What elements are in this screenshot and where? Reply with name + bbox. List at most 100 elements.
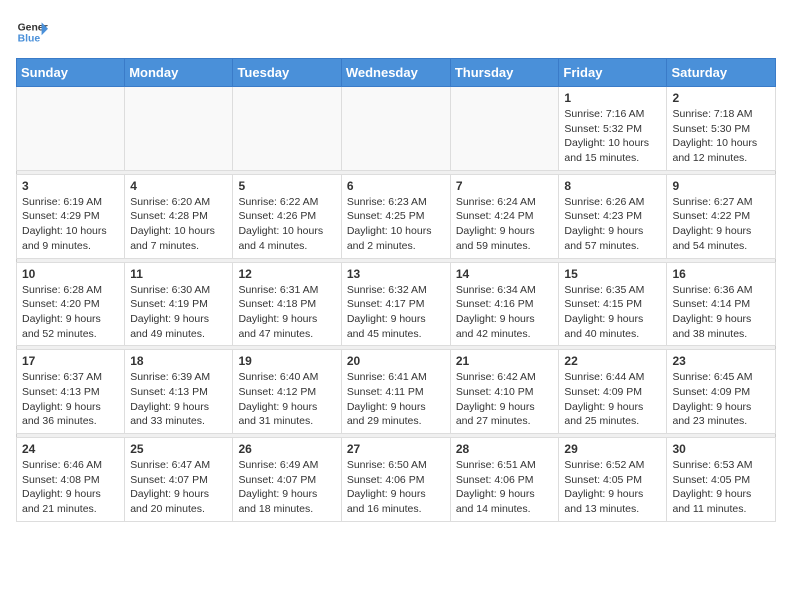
- day-cell: [233, 87, 341, 171]
- day-info: Sunrise: 6:45 AM Sunset: 4:09 PM Dayligh…: [672, 370, 770, 429]
- day-number: 17: [22, 354, 119, 368]
- day-info: Sunrise: 6:34 AM Sunset: 4:16 PM Dayligh…: [456, 283, 554, 342]
- day-cell: 5 Sunrise: 6:22 AM Sunset: 4:26 PM Daylig…: [233, 174, 341, 258]
- day-cell: 7 Sunrise: 6:24 AM Sunset: 4:24 PM Daylig…: [450, 174, 559, 258]
- day-number: 13: [347, 267, 445, 281]
- day-number: 11: [130, 267, 227, 281]
- week-row: 10 Sunrise: 6:28 AM Sunset: 4:20 PM Dayli…: [17, 262, 776, 346]
- day-info: Sunrise: 7:18 AM Sunset: 5:30 PM Dayligh…: [672, 107, 770, 166]
- day-cell: 1Sunrise: 7:16 AM Sunset: 5:32 PM Daylig…: [559, 87, 667, 171]
- day-number: 2: [672, 91, 770, 105]
- page-header: General Blue: [16, 16, 776, 48]
- day-info: Sunrise: 6:39 AM Sunset: 4:13 PM Dayligh…: [130, 370, 227, 429]
- day-info: Sunrise: 6:30 AM Sunset: 4:19 PM Dayligh…: [130, 283, 227, 342]
- day-number: 3: [22, 179, 119, 193]
- day-cell: 20 Sunrise: 6:41 AM Sunset: 4:11 PM Dayli…: [341, 350, 450, 434]
- day-cell: 10 Sunrise: 6:28 AM Sunset: 4:20 PM Dayli…: [17, 262, 125, 346]
- svg-text:Blue: Blue: [18, 34, 41, 45]
- day-cell: 2 Sunrise: 7:18 AM Sunset: 5:30 PM Daylig…: [667, 87, 776, 171]
- day-info: Sunrise: 6:19 AM Sunset: 4:29 PM Dayligh…: [22, 195, 119, 254]
- day-cell: 11 Sunrise: 6:30 AM Sunset: 4:19 PM Dayli…: [125, 262, 233, 346]
- day-cell: 17 Sunrise: 6:37 AM Sunset: 4:13 PM Dayli…: [17, 350, 125, 434]
- day-number: 20: [347, 354, 445, 368]
- day-info: Sunrise: 6:52 AM Sunset: 4:05 PM Dayligh…: [564, 458, 661, 517]
- day-cell: 4Sunrise: 6:20 AM Sunset: 4:28 PM Daylig…: [125, 174, 233, 258]
- day-info: Sunrise: 6:36 AM Sunset: 4:14 PM Dayligh…: [672, 283, 770, 342]
- day-info: Sunrise: 6:50 AM Sunset: 4:06 PM Dayligh…: [347, 458, 445, 517]
- day-info: Sunrise: 6:23 AM Sunset: 4:25 PM Dayligh…: [347, 195, 445, 254]
- day-cell: 15 Sunrise: 6:35 AM Sunset: 4:15 PM Dayli…: [559, 262, 667, 346]
- day-cell: 3 Sunrise: 6:19 AM Sunset: 4:29 PM Daylig…: [17, 174, 125, 258]
- day-number: 5: [238, 179, 335, 193]
- day-number: 27: [347, 442, 445, 456]
- day-cell: [17, 87, 125, 171]
- day-info: Sunrise: 6:42 AM Sunset: 4:10 PM Dayligh…: [456, 370, 554, 429]
- day-info: Sunrise: 6:22 AM Sunset: 4:26 PM Dayligh…: [238, 195, 335, 254]
- day-cell: [341, 87, 450, 171]
- weekday-header: Sunday: [17, 59, 125, 87]
- day-cell: 12 Sunrise: 6:31 AM Sunset: 4:18 PM Dayli…: [233, 262, 341, 346]
- day-cell: 23 Sunrise: 6:45 AM Sunset: 4:09 PM Dayli…: [667, 350, 776, 434]
- day-number: 25: [130, 442, 227, 456]
- day-cell: 30 Sunrise: 6:53 AM Sunset: 4:05 PM Dayli…: [667, 438, 776, 522]
- day-number: 15: [564, 267, 661, 281]
- day-number: 19: [238, 354, 335, 368]
- day-number: 18: [130, 354, 227, 368]
- weekday-header: Monday: [125, 59, 233, 87]
- day-cell: 14 Sunrise: 6:34 AM Sunset: 4:16 PM Dayli…: [450, 262, 559, 346]
- day-number: 21: [456, 354, 554, 368]
- day-number: 24: [22, 442, 119, 456]
- day-cell: [125, 87, 233, 171]
- day-info: Sunrise: 6:47 AM Sunset: 4:07 PM Dayligh…: [130, 458, 227, 517]
- day-cell: 24 Sunrise: 6:46 AM Sunset: 4:08 PM Dayli…: [17, 438, 125, 522]
- day-info: Sunrise: 6:41 AM Sunset: 4:11 PM Dayligh…: [347, 370, 445, 429]
- day-number: 9: [672, 179, 770, 193]
- weekday-header: Saturday: [667, 59, 776, 87]
- day-cell: 21 Sunrise: 6:42 AM Sunset: 4:10 PM Dayli…: [450, 350, 559, 434]
- calendar: SundayMondayTuesdayWednesdayThursdayFrid…: [16, 58, 776, 522]
- week-row: 1Sunrise: 7:16 AM Sunset: 5:32 PM Daylig…: [17, 87, 776, 171]
- day-number: 10: [22, 267, 119, 281]
- day-cell: 22Sunrise: 6:44 AM Sunset: 4:09 PM Dayli…: [559, 350, 667, 434]
- day-number: 14: [456, 267, 554, 281]
- day-cell: 16Sunrise: 6:36 AM Sunset: 4:14 PM Dayli…: [667, 262, 776, 346]
- week-row: 24 Sunrise: 6:46 AM Sunset: 4:08 PM Dayli…: [17, 438, 776, 522]
- day-cell: [450, 87, 559, 171]
- day-info: Sunrise: 6:35 AM Sunset: 4:15 PM Dayligh…: [564, 283, 661, 342]
- day-cell: 18 Sunrise: 6:39 AM Sunset: 4:13 PM Dayli…: [125, 350, 233, 434]
- day-cell: 19 Sunrise: 6:40 AM Sunset: 4:12 PM Dayli…: [233, 350, 341, 434]
- day-info: Sunrise: 6:26 AM Sunset: 4:23 PM Dayligh…: [564, 195, 661, 254]
- day-info: Sunrise: 6:24 AM Sunset: 4:24 PM Dayligh…: [456, 195, 554, 254]
- day-cell: 28 Sunrise: 6:51 AM Sunset: 4:06 PM Dayli…: [450, 438, 559, 522]
- day-info: Sunrise: 6:32 AM Sunset: 4:17 PM Dayligh…: [347, 283, 445, 342]
- weekday-header: Tuesday: [233, 59, 341, 87]
- day-number: 28: [456, 442, 554, 456]
- day-info: Sunrise: 6:28 AM Sunset: 4:20 PM Dayligh…: [22, 283, 119, 342]
- day-cell: 29 Sunrise: 6:52 AM Sunset: 4:05 PM Dayli…: [559, 438, 667, 522]
- day-info: Sunrise: 6:49 AM Sunset: 4:07 PM Dayligh…: [238, 458, 335, 517]
- day-cell: 25 Sunrise: 6:47 AM Sunset: 4:07 PM Dayli…: [125, 438, 233, 522]
- day-number: 23: [672, 354, 770, 368]
- day-info: Sunrise: 6:51 AM Sunset: 4:06 PM Dayligh…: [456, 458, 554, 517]
- day-info: Sunrise: 6:40 AM Sunset: 4:12 PM Dayligh…: [238, 370, 335, 429]
- day-cell: 8 Sunrise: 6:26 AM Sunset: 4:23 PM Daylig…: [559, 174, 667, 258]
- day-info: Sunrise: 6:31 AM Sunset: 4:18 PM Dayligh…: [238, 283, 335, 342]
- logo: General Blue: [16, 16, 48, 48]
- day-number: 12: [238, 267, 335, 281]
- weekday-header: Thursday: [450, 59, 559, 87]
- day-info: Sunrise: 6:53 AM Sunset: 4:05 PM Dayligh…: [672, 458, 770, 517]
- day-number: 26: [238, 442, 335, 456]
- day-number: 30: [672, 442, 770, 456]
- day-info: Sunrise: 6:37 AM Sunset: 4:13 PM Dayligh…: [22, 370, 119, 429]
- day-number: 29: [564, 442, 661, 456]
- day-number: 6: [347, 179, 445, 193]
- day-cell: 27 Sunrise: 6:50 AM Sunset: 4:06 PM Dayli…: [341, 438, 450, 522]
- day-number: 7: [456, 179, 554, 193]
- day-info: Sunrise: 6:46 AM Sunset: 4:08 PM Dayligh…: [22, 458, 119, 517]
- day-number: 22: [564, 354, 661, 368]
- day-number: 8: [564, 179, 661, 193]
- weekday-header: Friday: [559, 59, 667, 87]
- day-number: 1: [564, 91, 661, 105]
- day-cell: 6 Sunrise: 6:23 AM Sunset: 4:25 PM Daylig…: [341, 174, 450, 258]
- header-row: SundayMondayTuesdayWednesdayThursdayFrid…: [17, 59, 776, 87]
